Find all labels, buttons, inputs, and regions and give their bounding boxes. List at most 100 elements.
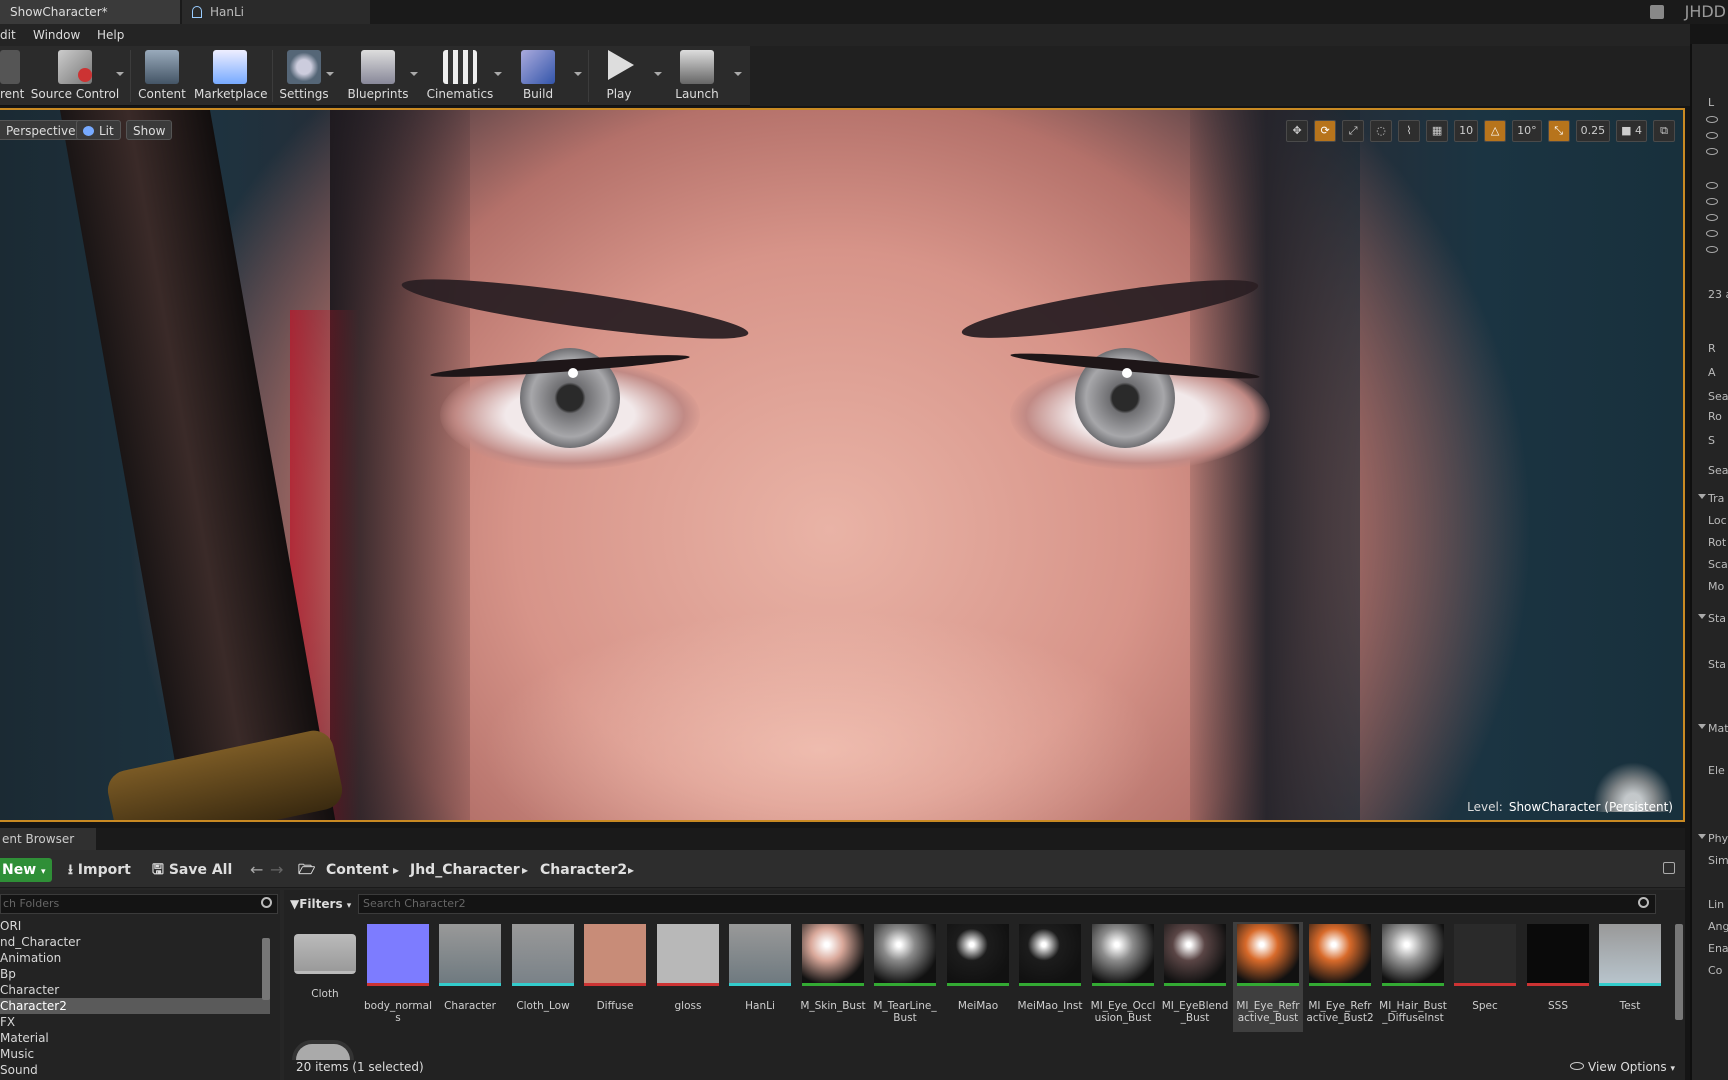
- maximize-viewport-icon[interactable]: ⧉: [1653, 120, 1675, 142]
- breadcrumb-separator[interactable]: ▸: [628, 858, 634, 882]
- marketplace-button[interactable]: Marketplace: [194, 46, 268, 106]
- asset-tile[interactable]: MI_Eye_Refractive_Bust2: [1305, 922, 1375, 1032]
- asset-tile[interactable]: MI_Eye_Refractive_Bust: [1233, 922, 1303, 1032]
- folder-item[interactable]: Character2: [0, 998, 270, 1014]
- asset-tile[interactable]: M_TearLine_Bust: [870, 922, 940, 1032]
- rotation-snap-icon[interactable]: △: [1484, 120, 1507, 142]
- save-all-button[interactable]: 🖫 Save All: [152, 858, 232, 882]
- settings-button[interactable]: Settings: [276, 46, 332, 106]
- asset-tile[interactable]: Cloth: [290, 922, 360, 1032]
- level-viewport[interactable]: Perspective Lit Show ✥ ⟳ ⤢ ◌ ⌇ ▦ 10 △ 10…: [0, 108, 1685, 822]
- camera-speed-button[interactable]: ■ 4: [1616, 120, 1647, 142]
- asset-tile[interactable]: Test: [1595, 922, 1665, 1032]
- breadcrumb-jhd-character[interactable]: Jhd_Character: [410, 858, 520, 882]
- blueprints-dropdown[interactable]: [410, 72, 418, 76]
- show-button[interactable]: Show: [126, 120, 173, 140]
- visibility-eye-icon[interactable]: [1706, 246, 1718, 253]
- scale-icon[interactable]: ⤢: [1342, 120, 1365, 142]
- lit-button[interactable]: Lit: [76, 120, 121, 140]
- menu-window[interactable]: Window: [33, 24, 80, 46]
- build-button[interactable]: Build: [510, 46, 566, 106]
- folder-scrollbar[interactable]: [262, 938, 270, 1000]
- launch-button[interactable]: Launch: [670, 46, 724, 106]
- asset-tile-partial[interactable]: [292, 1040, 354, 1060]
- asset-tile[interactable]: Spec: [1450, 922, 1520, 1032]
- scale-snap-value[interactable]: 0.25: [1575, 120, 1611, 142]
- section-collapse-icon[interactable]: [1698, 834, 1706, 839]
- asset-tile[interactable]: Diffuse: [580, 922, 650, 1032]
- content-button[interactable]: Content: [136, 46, 188, 106]
- rotation-snap-value[interactable]: 10°: [1512, 120, 1542, 142]
- breadcrumb-separator[interactable]: ▸: [522, 858, 528, 882]
- folder-item[interactable]: Character: [0, 982, 270, 998]
- asset-scrollbar[interactable]: [1675, 924, 1683, 1020]
- asset-tile[interactable]: MI_Hair_Bust_DiffuseInst: [1378, 922, 1448, 1032]
- play-button[interactable]: Play: [594, 46, 644, 106]
- asset-tile[interactable]: Cloth_Low: [508, 922, 578, 1032]
- breadcrumb-content[interactable]: Content: [326, 858, 389, 882]
- folder-item[interactable]: nd_Character: [0, 934, 270, 950]
- visibility-eye-icon[interactable]: [1706, 132, 1718, 139]
- lock-icon[interactable]: [1663, 862, 1675, 874]
- asset-tile[interactable]: MI_EyeBlend_Bust: [1160, 922, 1230, 1032]
- visibility-eye-icon[interactable]: [1706, 182, 1718, 189]
- folder-item[interactable]: Sound: [0, 1062, 270, 1078]
- scale-snap-icon[interactable]: ⤡: [1547, 120, 1570, 142]
- world-local-icon[interactable]: ◌: [1370, 120, 1393, 142]
- cinematics-button[interactable]: Cinematics: [424, 46, 496, 106]
- folder-item[interactable]: ORI: [0, 918, 270, 934]
- add-new-button[interactable]: New ▾: [0, 858, 52, 882]
- translate-icon[interactable]: ✥: [1286, 120, 1309, 142]
- cinematics-dropdown[interactable]: [494, 72, 502, 76]
- folder-item[interactable]: Music: [0, 1046, 270, 1062]
- breadcrumb-character2[interactable]: Character2: [540, 858, 627, 882]
- tab-showcharacter[interactable]: ShowCharacter*: [0, 0, 180, 24]
- asset-tile[interactable]: body_normals: [363, 922, 433, 1032]
- visibility-eye-icon[interactable]: [1706, 214, 1718, 221]
- flag-icon[interactable]: [1650, 5, 1664, 19]
- current-button[interactable]: rent: [0, 46, 24, 106]
- content-browser-tab[interactable]: ent Browser: [0, 828, 96, 850]
- surface-snap-icon[interactable]: ⌇: [1398, 120, 1421, 142]
- asset-tile[interactable]: SSS: [1523, 922, 1593, 1032]
- filters-button[interactable]: ▼Filters ▾: [290, 894, 351, 914]
- search-icon[interactable]: [1638, 897, 1649, 908]
- tab-hanli[interactable]: HanLi: [182, 0, 370, 24]
- menu-help[interactable]: Help: [97, 24, 124, 46]
- source-control-dropdown[interactable]: [116, 72, 124, 76]
- asset-tile[interactable]: MeiMao_Inst: [1015, 922, 1085, 1032]
- forward-arrow-icon[interactable]: →: [270, 860, 283, 879]
- breadcrumb-separator[interactable]: ▸: [393, 858, 399, 882]
- perspective-button[interactable]: Perspective: [0, 120, 83, 140]
- grid-snap-value[interactable]: 10: [1454, 120, 1479, 142]
- folder-item[interactable]: Animation: [0, 950, 270, 966]
- import-button[interactable]: ⭳ Import: [68, 858, 131, 882]
- back-arrow-icon[interactable]: ←: [250, 860, 263, 879]
- rotate-icon[interactable]: ⟳: [1314, 120, 1337, 142]
- asset-tile[interactable]: Character: [435, 922, 505, 1032]
- asset-search-input[interactable]: Search Character2: [358, 894, 1656, 914]
- build-dropdown[interactable]: [574, 72, 582, 76]
- menu-edit[interactable]: dit: [0, 24, 16, 46]
- folder-item[interactable]: Bp: [0, 966, 270, 982]
- visibility-eye-icon[interactable]: [1706, 198, 1718, 205]
- section-collapse-icon[interactable]: [1698, 494, 1706, 499]
- folder-item[interactable]: FX: [0, 1014, 270, 1030]
- view-options-button[interactable]: View Options ▾: [1570, 1060, 1675, 1074]
- source-control-button[interactable]: Source Control: [30, 46, 120, 106]
- asset-tile[interactable]: HanLi: [725, 922, 795, 1032]
- blueprints-button[interactable]: Blueprints: [344, 46, 412, 106]
- asset-tile[interactable]: M_Skin_Bust: [798, 922, 868, 1032]
- visibility-eye-icon[interactable]: [1706, 116, 1718, 123]
- visibility-eye-icon[interactable]: [1706, 148, 1718, 155]
- play-dropdown[interactable]: [654, 72, 662, 76]
- grid-snap-icon[interactable]: ▦: [1426, 120, 1449, 142]
- search-icon[interactable]: [261, 897, 272, 908]
- visibility-eye-icon[interactable]: [1706, 230, 1718, 237]
- folder-item[interactable]: Material: [0, 1030, 270, 1046]
- section-collapse-icon[interactable]: [1698, 724, 1706, 729]
- folder-search-input[interactable]: ch Folders: [0, 894, 278, 914]
- settings-dropdown[interactable]: [326, 72, 334, 76]
- section-collapse-icon[interactable]: [1698, 614, 1706, 619]
- asset-tile[interactable]: MeiMao: [943, 922, 1013, 1032]
